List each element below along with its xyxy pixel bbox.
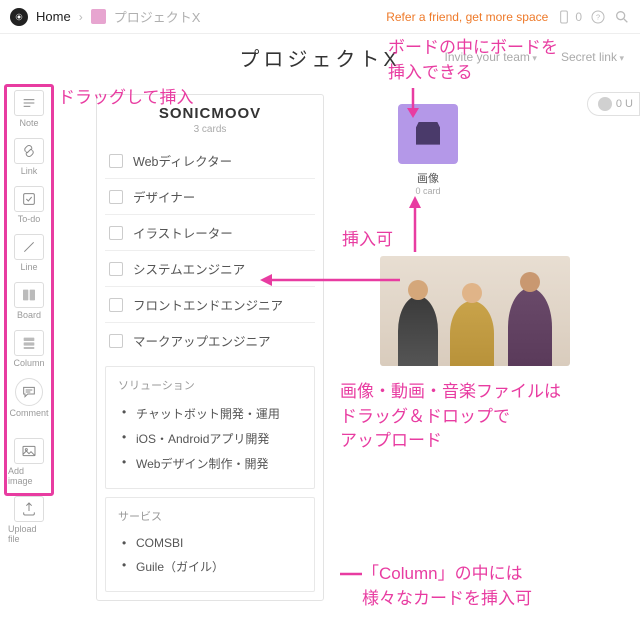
checkbox-icon[interactable] <box>109 154 123 168</box>
nested-board-card[interactable]: 画像 0 card <box>390 104 466 196</box>
header-bar: Home › プロジェクトX Refer a friend, get more … <box>0 0 640 34</box>
tool-upload-file[interactable]: Upload file <box>8 494 50 546</box>
tool-column[interactable]: Column <box>8 328 50 370</box>
insert-toolbar: Note Link To-do Line Board Column Commen… <box>8 88 50 546</box>
column-card[interactable]: SONICMOOV 3 cards Webディレクター デザイナー イラストレー… <box>96 94 324 601</box>
title-bar: プロジェクトX Invite your team Secret link <box>0 34 640 80</box>
todo-item[interactable]: Webディレクター <box>105 143 315 178</box>
checkbox-icon[interactable] <box>109 298 123 312</box>
checkbox-icon[interactable] <box>109 226 123 240</box>
list-item: COMSBI <box>122 532 302 554</box>
tool-add-image[interactable]: Add image <box>8 436 50 488</box>
breadcrumb-project[interactable]: プロジェクトX <box>114 7 201 26</box>
tool-note[interactable]: Note <box>8 88 50 130</box>
app-logo-icon[interactable] <box>10 8 28 26</box>
column-card-count: 3 cards <box>105 124 315 135</box>
tool-line[interactable]: Line <box>8 232 50 274</box>
list-item: Webデザイン制作・開発 <box>122 451 302 476</box>
breadcrumb-home[interactable]: Home <box>36 9 71 24</box>
help-icon[interactable]: ? <box>590 9 606 25</box>
checkbox-icon[interactable] <box>109 334 123 348</box>
todo-item[interactable]: システムエンジニア <box>105 250 315 286</box>
board-canvas[interactable]: SONICMOOV 3 cards Webディレクター デザイナー イラストレー… <box>90 88 640 637</box>
todo-item[interactable]: イラストレーター <box>105 214 315 250</box>
column-title[interactable]: SONICMOOV <box>105 105 315 122</box>
nested-board-count: 0 card <box>390 186 466 196</box>
note-card-solution[interactable]: ソリューション チャットボット開発・運用 iOS・Androidアプリ開発 We… <box>105 366 315 489</box>
tool-link[interactable]: Link <box>8 136 50 178</box>
svg-text:?: ? <box>596 12 600 21</box>
list-item: Guile（ガイル） <box>122 554 302 579</box>
page-title[interactable]: プロジェクトX <box>239 43 400 72</box>
image-card[interactable] <box>380 256 570 366</box>
project-color-icon <box>91 9 106 24</box>
tool-comment[interactable]: Comment <box>8 376 50 420</box>
secret-link-button[interactable]: Secret link <box>561 50 624 64</box>
tool-board[interactable]: Board <box>8 280 50 322</box>
list-item: iOS・Androidアプリ開発 <box>122 426 302 451</box>
tool-todo[interactable]: To-do <box>8 184 50 226</box>
todo-item[interactable]: マークアップエンジニア <box>105 322 315 358</box>
todo-list: Webディレクター デザイナー イラストレーター システムエンジニア フロントエ… <box>97 141 323 366</box>
invite-team-button[interactable]: Invite your team <box>445 50 537 64</box>
todo-item[interactable]: フロントエンドエンジニア <box>105 286 315 322</box>
checkbox-icon[interactable] <box>109 262 123 276</box>
board-box-icon <box>398 104 458 164</box>
checkbox-icon[interactable] <box>109 190 123 204</box>
refer-link[interactable]: Refer a friend, get more space <box>386 10 548 24</box>
nested-board-label: 画像 <box>390 170 466 186</box>
search-icon[interactable] <box>614 9 630 25</box>
chevron-right-icon: › <box>79 10 83 24</box>
device-count[interactable]: 0 <box>556 9 582 25</box>
list-item: チャットボット開発・運用 <box>122 401 302 426</box>
note-card-service[interactable]: サービス COMSBI Guile（ガイル） <box>105 497 315 592</box>
todo-item[interactable]: デザイナー <box>105 178 315 214</box>
